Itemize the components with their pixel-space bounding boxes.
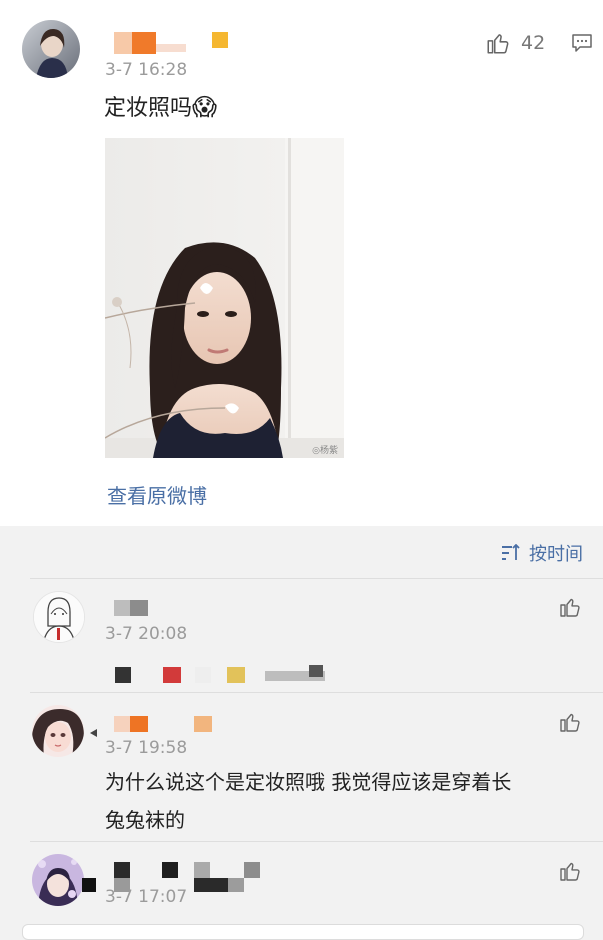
thumbs-up-icon	[487, 34, 509, 54]
post-author-name-redacted[interactable]	[110, 30, 210, 56]
comment-timestamp: 3-7 20:08	[105, 624, 188, 644]
comment-item: 3-7 20:08	[0, 579, 603, 692]
sort-label: 按时间	[529, 544, 583, 565]
comment-like-button[interactable]	[558, 859, 582, 883]
post-text-content: 定妆照吗	[104, 96, 193, 121]
caret-icon	[90, 729, 97, 737]
comment-item: 3-7 17:07	[0, 842, 603, 931]
comment-text-line: 兔兔袜的	[105, 808, 185, 832]
comment-avatar[interactable]	[32, 705, 84, 757]
sort-lines-icon	[502, 544, 520, 560]
comment-text-line: 为什么说这个是定妆照哦 我觉得应该是穿着长	[105, 770, 512, 794]
comment-avatar[interactable]	[32, 854, 84, 906]
comment-item: 3-7 19:58 为什么说这个是定妆照哦 我觉得应该是穿着长 兔兔袜的	[0, 693, 603, 841]
commenter-name-redacted[interactable]	[112, 597, 162, 619]
bottom-input-bar-edge[interactable]	[22, 924, 584, 940]
photo-watermark: ◎杨紫	[312, 446, 338, 456]
thumbs-up-icon	[560, 713, 580, 732]
redacted-mark	[82, 878, 96, 892]
vip-badge-icon	[212, 32, 228, 48]
thumbs-up-icon	[560, 862, 580, 881]
comment-like-button[interactable]	[558, 595, 582, 619]
comment-like-button[interactable]	[558, 710, 582, 734]
post-card: 3-7 16:28 42 定妆照吗😱 ◎杨紫 查看原微博	[0, 0, 603, 526]
post-like-button[interactable]: 42	[485, 30, 549, 58]
thumbs-up-icon	[560, 598, 580, 617]
post-author-avatar[interactable]	[22, 20, 80, 78]
comment-timestamp: 3-7 19:58	[105, 738, 188, 758]
post-like-count: 42	[521, 32, 546, 54]
post-photo[interactable]: ◎杨紫	[105, 138, 344, 458]
scream-emoji-icon: 😱	[192, 93, 218, 121]
comment-icon[interactable]	[570, 31, 594, 55]
comment-text: 为什么说这个是定妆照哦 我觉得应该是穿着长 兔兔袜的	[105, 763, 585, 839]
comment-text-redacted	[105, 661, 335, 685]
post-text: 定妆照吗😱	[104, 90, 217, 126]
post-timestamp: 3-7 16:28	[105, 60, 188, 80]
comment-avatar[interactable]	[33, 591, 85, 643]
commenter-name-redacted[interactable]	[112, 713, 222, 735]
comment-timestamp: 3-7 17:07	[105, 887, 188, 907]
view-original-link[interactable]: 查看原微博	[107, 480, 207, 509]
